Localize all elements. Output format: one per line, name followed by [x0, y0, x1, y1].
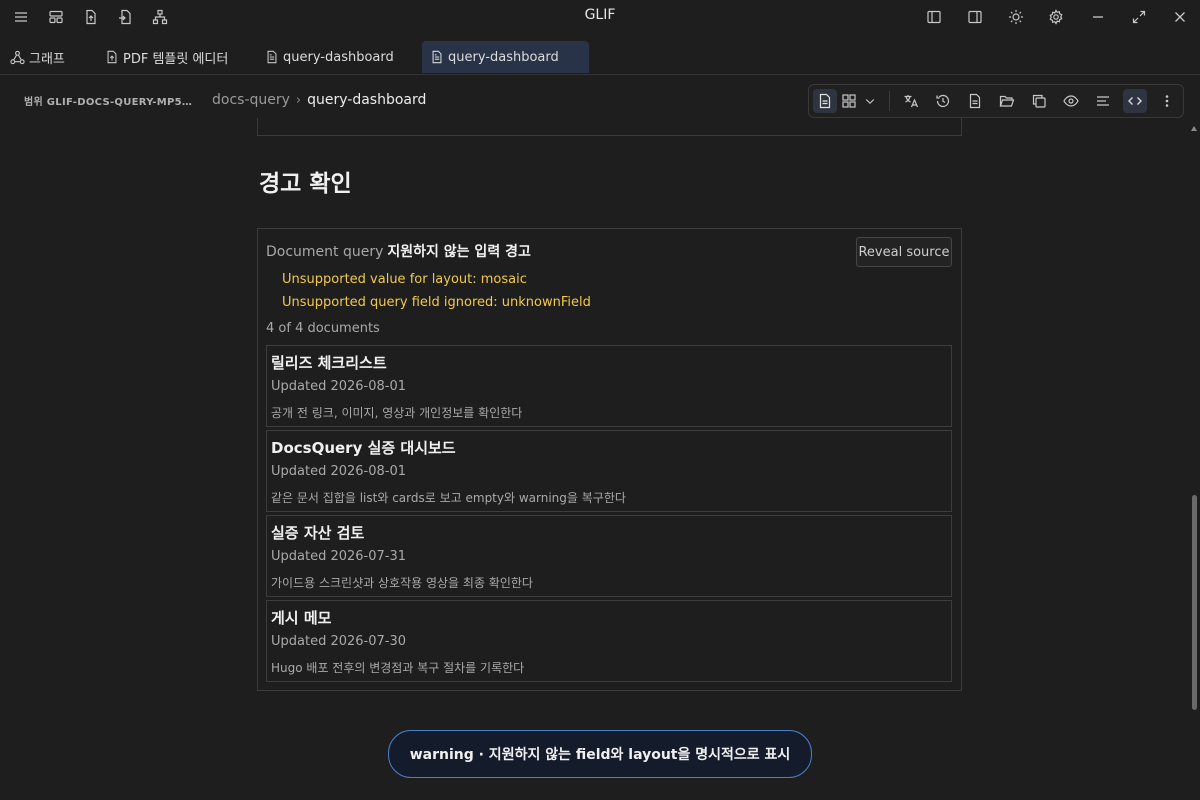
breadcrumb-current: query-dashboard	[307, 92, 427, 108]
list-item[interactable]: 실증 자산 검토 Updated 2026-07-31 가이드용 스크린샷과 상…	[266, 515, 952, 597]
document-title[interactable]: 릴리즈 체크리스트	[271, 352, 387, 373]
graph-icon	[10, 50, 25, 65]
document-icon	[430, 50, 444, 64]
document-description: 같은 문서 집합을 list와 cards로 보고 empty와 warning…	[271, 491, 626, 505]
file-export-icon	[105, 50, 119, 64]
document-query-block: Document query 지원하지 않는 입력 경고 Reveal sourc…	[257, 228, 962, 691]
breadcrumb: 범위 GLIF-DOCS-QUERY-MP5O... docs-query › …	[24, 88, 426, 112]
tab-pdf-template-editor[interactable]: PDF 템플릿 에디터	[101, 41, 232, 73]
scroll-up-arrow[interactable]	[1191, 126, 1197, 131]
file-text-icon[interactable]	[963, 89, 987, 113]
tab-label: query-dashboard	[448, 49, 559, 65]
document-description: 공개 전 링크, 이미지, 영상과 개인정보를 확인한다	[271, 406, 523, 420]
sidebar-right-icon[interactable]	[964, 6, 986, 28]
tab-query-dashboard-active[interactable]: query-dashboard	[422, 41, 589, 73]
eye-icon[interactable]	[1059, 89, 1083, 113]
warning-message: Unsupported value for layout: mosaic	[282, 272, 527, 287]
minimize-icon[interactable]	[1087, 6, 1109, 28]
document-updated: Updated 2026-07-31	[271, 549, 407, 564]
reveal-source-button[interactable]: Reveal source	[856, 237, 952, 267]
sidebar-left-icon[interactable]	[923, 6, 945, 28]
query-kind: Document query	[266, 244, 384, 260]
document-updated: Updated 2026-08-01	[271, 464, 407, 479]
tab-label: query-dashboard	[283, 49, 394, 65]
code-icon[interactable]	[1123, 89, 1147, 113]
translate-icon[interactable]	[899, 89, 923, 113]
breadcrumb-folder[interactable]: docs-query	[212, 92, 290, 108]
query-title: 지원하지 않는 입력 경고	[387, 244, 531, 260]
title-bar: GLIF	[0, 0, 1200, 34]
tab-label: PDF 템플릿 에디터	[123, 51, 229, 67]
tab-label: 그래프	[29, 51, 65, 67]
scrollbar-thumb[interactable]	[1192, 495, 1197, 710]
document-description: Hugo 배포 전후의 변경점과 복구 절차를 기록한다	[271, 661, 525, 675]
tab-bar: 그래프 PDF 템플릿 에디터 query-dashboard query-da…	[0, 38, 1200, 75]
list-item[interactable]: 게시 메모 Updated 2026-07-30 Hugo 배포 전후의 변경점…	[266, 600, 952, 682]
result-count: 4 of 4 documents	[266, 321, 380, 336]
document-view-icon[interactable]	[813, 89, 837, 113]
document-title[interactable]: 게시 메모	[271, 607, 331, 628]
grid-view-icon[interactable]	[837, 89, 861, 113]
tab-graph[interactable]: 그래프	[8, 41, 69, 73]
section-heading: 경고 확인	[259, 171, 352, 197]
document-updated: Updated 2026-07-30	[271, 634, 407, 649]
copy-icon[interactable]	[1027, 89, 1051, 113]
document-updated: Updated 2026-08-01	[271, 379, 407, 394]
list-item[interactable]: 릴리즈 체크리스트 Updated 2026-08-01 공개 전 링크, 이미…	[266, 345, 952, 427]
gear-icon[interactable]	[1045, 6, 1067, 28]
document-description: 가이드용 스크린샷과 상호작용 영상을 최종 확인한다	[271, 576, 533, 590]
chevron-down-icon[interactable]	[860, 89, 880, 113]
toolbar-divider	[889, 91, 890, 111]
document-icon	[265, 50, 279, 64]
breadcrumb-scope[interactable]: 범위 GLIF-DOCS-QUERY-MP5O...	[24, 93, 200, 108]
close-icon[interactable]	[1169, 6, 1191, 28]
warning-message: Unsupported query field ignored: unknown…	[282, 295, 591, 310]
folder-open-icon[interactable]	[995, 89, 1019, 113]
maximize-icon[interactable]	[1128, 6, 1150, 28]
editor-toolbar	[808, 84, 1184, 118]
history-icon[interactable]	[931, 89, 955, 113]
breadcrumb-separator: ›	[295, 92, 302, 108]
previous-block	[257, 118, 962, 136]
sun-icon[interactable]	[1005, 6, 1027, 28]
list-item[interactable]: DocsQuery 실증 대시보드 Updated 2026-08-01 같은 …	[266, 430, 952, 512]
document-title[interactable]: DocsQuery 실증 대시보드	[271, 437, 456, 458]
document-title[interactable]: 실증 자산 검토	[271, 522, 364, 543]
tab-query-dashboard[interactable]: query-dashboard	[261, 41, 398, 73]
query-header: Document query 지원하지 않는 입력 경고	[266, 241, 531, 261]
align-left-icon[interactable]	[1091, 89, 1115, 113]
more-vertical-icon[interactable]	[1155, 89, 1179, 113]
status-toast: warning · 지원하지 않는 field와 layout을 명시적으로 표…	[388, 730, 812, 778]
